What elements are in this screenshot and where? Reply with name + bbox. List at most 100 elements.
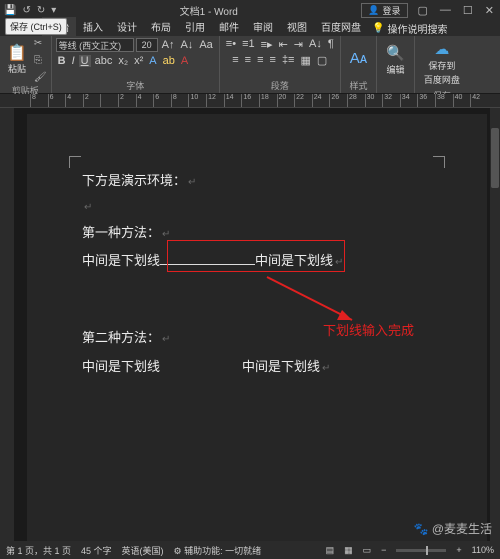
maximize-button[interactable]: ☐ xyxy=(461,4,475,17)
tab-review[interactable]: 审阅 xyxy=(246,17,280,36)
format-painter-icon[interactable]: 🖌 xyxy=(34,72,47,83)
text[interactable]: 中间是下划线 xyxy=(82,355,160,380)
subscript-button[interactable]: x₂ xyxy=(116,55,130,67)
text[interactable]: 下方是演示环境： xyxy=(82,169,186,194)
decrease-indent-icon[interactable]: ⇤ xyxy=(277,38,290,51)
view-web-icon[interactable]: ▭ xyxy=(363,545,372,556)
text[interactable]: 第二种方法： xyxy=(82,326,160,351)
bold-button[interactable]: B xyxy=(56,55,68,67)
group-font: A↑ A↓ Aa B I U abc x₂ x² A ab A 字体 xyxy=(52,36,220,93)
clipboard-icon: 📋 xyxy=(7,46,27,62)
grow-font-icon[interactable]: A↑ xyxy=(160,39,177,51)
pilcrow-icon: ↵ xyxy=(188,173,196,192)
line-spacing-icon[interactable]: ‡≡ xyxy=(280,54,297,67)
shading-icon[interactable]: ▦ xyxy=(298,54,312,67)
document-area: 下方是演示环境：↵ ↵ 第一种方法：↵ 中间是下划线 中间是下划线 ↵ 第二种方… xyxy=(0,108,500,541)
paragraph: ↵ xyxy=(82,198,432,217)
tab-references[interactable]: 引用 xyxy=(178,17,212,36)
undo-icon[interactable]: ↺ xyxy=(22,5,30,16)
status-accessibility[interactable]: ⚙ 辅助功能: 一切就绪 xyxy=(174,544,262,557)
vertical-scrollbar[interactable] xyxy=(490,108,500,541)
copy-icon[interactable]: ⎘ xyxy=(34,55,47,66)
save-to-baidu-button[interactable]: ☁ 保存到 百度网盘 xyxy=(419,38,465,88)
scroll-thumb[interactable] xyxy=(491,128,499,188)
highlight-icon[interactable]: ab xyxy=(161,55,177,67)
pilcrow-icon: ↵ xyxy=(162,330,170,349)
font-name-select[interactable] xyxy=(56,38,134,52)
group-paragraph: ≡• ≡1 ≡▸ ⇤ ⇥ A↓ ¶ ≡ ≡ ≡ ≡ ‡≡ ▦ ▢ 段落 xyxy=(220,36,341,93)
login-button[interactable]: 👤 登录 xyxy=(361,3,407,18)
cut-icon[interactable]: ✂ xyxy=(34,38,47,49)
annotation-rect xyxy=(167,240,345,272)
paste-button[interactable]: 📋 粘贴 xyxy=(4,44,30,77)
text[interactable]: 中间是下划线 xyxy=(242,355,320,380)
styles-button[interactable]: Aᴀ xyxy=(345,48,372,69)
margin-mark-tl xyxy=(69,156,81,168)
zoom-out-button[interactable]: − xyxy=(381,545,386,555)
align-center-icon[interactable]: ≡ xyxy=(243,54,253,67)
styles-icon: Aᴀ xyxy=(350,50,367,67)
text[interactable]: 中间是下划线 xyxy=(82,249,160,274)
page[interactable]: 下方是演示环境：↵ ↵ 第一种方法：↵ 中间是下划线 中间是下划线 ↵ 第二种方… xyxy=(27,114,487,541)
watermark: 🐾 @麦麦生活 xyxy=(414,520,492,537)
redo-icon[interactable]: ↻ xyxy=(37,5,45,16)
save-tooltip: 保存 (Ctrl+S) xyxy=(5,18,67,35)
zoom-level[interactable]: 110% xyxy=(472,545,494,555)
zoom-in-button[interactable]: + xyxy=(456,545,461,555)
group-label: 字体 xyxy=(56,78,215,92)
align-right-icon[interactable]: ≡ xyxy=(255,54,265,67)
group-styles: Aᴀ 样式 xyxy=(341,36,377,93)
multilevel-icon[interactable]: ≡▸ xyxy=(259,38,275,51)
window-title: 文档1 - Word xyxy=(56,3,361,18)
editing-button[interactable]: 🔍 编辑 xyxy=(381,42,410,78)
save-icon[interactable]: 💾 xyxy=(4,5,16,16)
change-case-icon[interactable]: Aa xyxy=(197,39,214,51)
shrink-font-icon[interactable]: A↓ xyxy=(178,39,195,51)
strike-button[interactable]: abc xyxy=(93,55,115,67)
group-label: 段落 xyxy=(224,78,336,92)
font-color-icon[interactable]: A xyxy=(179,55,190,67)
view-print-icon[interactable]: ▦ xyxy=(344,545,353,556)
tab-baidu[interactable]: 百度网盘 xyxy=(314,17,368,36)
borders-icon[interactable]: ▢ xyxy=(315,54,329,67)
ribbon: 📋 粘贴 ✂ ⎘ 🖌 剪贴板 A↑ A↓ Aa B I U xyxy=(0,36,500,94)
tab-design[interactable]: 设计 xyxy=(110,17,144,36)
zoom-slider[interactable] xyxy=(396,549,446,552)
italic-button[interactable]: I xyxy=(70,55,77,67)
align-left-icon[interactable]: ≡ xyxy=(230,54,240,67)
font-size-select[interactable] xyxy=(136,38,158,52)
horizontal-ruler[interactable]: 8642246810121416182022242628303234363840… xyxy=(0,94,500,108)
tab-layout[interactable]: 布局 xyxy=(144,17,178,36)
show-marks-icon[interactable]: ¶ xyxy=(326,38,336,51)
view-read-icon[interactable]: ▤ xyxy=(326,545,335,556)
page-scroll[interactable]: 下方是演示环境：↵ ↵ 第一种方法：↵ 中间是下划线 中间是下划线 ↵ 第二种方… xyxy=(14,108,500,541)
tab-mailings[interactable]: 邮件 xyxy=(212,17,246,36)
group-save-cloud: ☁ 保存到 百度网盘 保存 xyxy=(415,36,469,93)
status-page[interactable]: 第 1 页，共 1 页 xyxy=(6,544,71,557)
quick-access-toolbar: 💾 ↺ ↻ ▾ xyxy=(4,5,56,16)
status-language[interactable]: 英语(美国) xyxy=(122,544,164,557)
status-bar: 第 1 页，共 1 页 45 个字 英语(美国) ⚙ 辅助功能: 一切就绪 ▤ … xyxy=(0,541,500,559)
increase-indent-icon[interactable]: ⇥ xyxy=(292,38,305,51)
status-word-count[interactable]: 45 个字 xyxy=(81,544,112,557)
close-button[interactable]: ✕ xyxy=(483,4,496,17)
bullets-icon[interactable]: ≡• xyxy=(224,38,238,51)
group-label xyxy=(381,81,410,92)
access-icon: ⚙ xyxy=(174,546,182,556)
pilcrow-icon: ↵ xyxy=(84,198,92,217)
lightbulb-icon: 💡 xyxy=(372,23,384,34)
numbering-icon[interactable]: ≡1 xyxy=(240,38,257,51)
superscript-button[interactable]: x² xyxy=(132,55,145,67)
margin-mark-tr xyxy=(433,156,445,168)
vertical-ruler[interactable] xyxy=(0,108,14,541)
ribbon-options-icon[interactable]: ▢ xyxy=(416,4,430,17)
tab-view[interactable]: 视图 xyxy=(280,17,314,36)
justify-icon[interactable]: ≡ xyxy=(268,54,278,67)
minimize-button[interactable]: — xyxy=(438,4,453,16)
text-effects-icon[interactable]: A xyxy=(147,55,158,67)
text[interactable]: 第一种方法： xyxy=(82,221,160,246)
tab-insert[interactable]: 插入 xyxy=(76,17,110,36)
sort-icon[interactable]: A↓ xyxy=(307,38,324,51)
tell-me-search[interactable]: 💡操作说明搜索 xyxy=(372,21,447,36)
underline-button[interactable]: U xyxy=(79,55,91,67)
